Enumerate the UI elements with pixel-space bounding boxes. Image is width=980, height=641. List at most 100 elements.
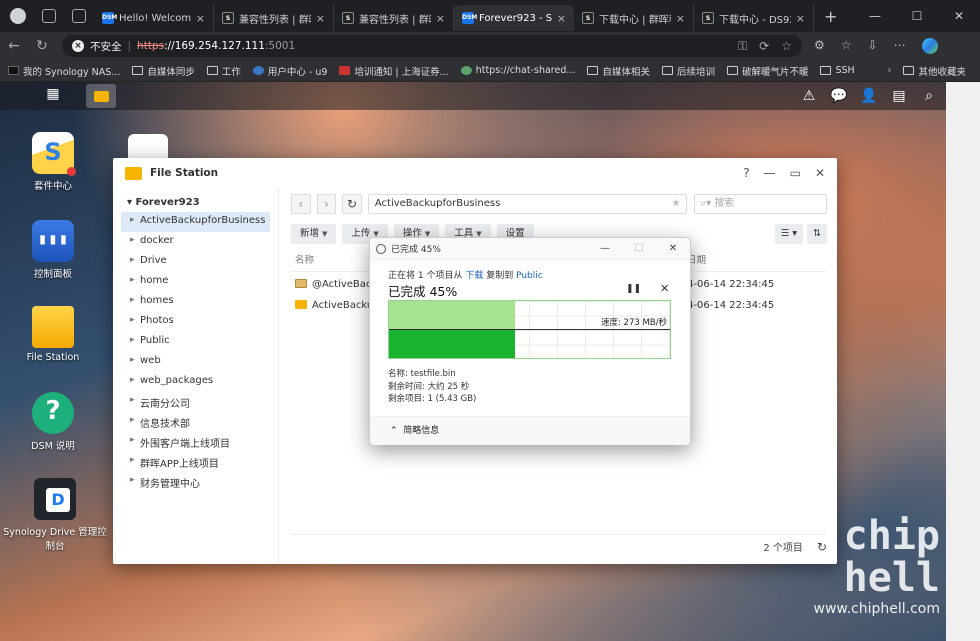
bookmark[interactable]: 工作 (206, 64, 241, 78)
bookmark-other-folder[interactable]: 其他收藏夹 (903, 64, 966, 78)
favorite-star-icon[interactable]: ☆ (781, 39, 792, 54)
browser-tab[interactable]: S兼容性列表 | 群晖科技× (214, 5, 334, 31)
speed-label: 速度: 273 MB/秒 (600, 318, 667, 328)
path-field[interactable]: ActiveBackupforBusiness ★ (367, 194, 688, 214)
more-menu-icon[interactable]: ⋯ (894, 38, 906, 54)
window-title-bar[interactable]: File Station ? — ▭ ✕ (113, 158, 837, 188)
pause-icon[interactable]: ❚❚ (626, 284, 641, 294)
back-button[interactable]: ‹ (291, 194, 311, 214)
new-tab-icon[interactable]: + (824, 7, 837, 26)
tree-item[interactable]: 群晖APP上线项目 (113, 452, 278, 472)
favorites-icon[interactable]: ☆ (841, 38, 852, 54)
bookmark[interactable]: 破解暖气片不暖 (726, 64, 808, 78)
sort-icon[interactable]: ⇅ (807, 224, 827, 244)
chat-icon[interactable]: 💬 (828, 88, 850, 104)
tree-item[interactable]: 财务管理中心 (113, 472, 278, 492)
desktop-icon-control-panel[interactable]: 控制面板 (3, 220, 103, 280)
taskbar-file-station-button[interactable] (86, 84, 116, 108)
refresh-icon[interactable]: ↻ (817, 540, 827, 554)
minimize-icon[interactable]: — (588, 243, 622, 254)
maximize-icon[interactable]: ▭ (790, 166, 801, 180)
back-icon[interactable]: ← (0, 38, 28, 54)
address-bar[interactable]: × 不安全 | https://169.254.127.111:5001 ⚿ ⟳… (62, 35, 802, 57)
downloads-icon[interactable]: ⇩ (868, 38, 878, 54)
tree-item[interactable]: home (113, 272, 278, 292)
close-icon[interactable]: ✕ (815, 166, 825, 180)
tree-item[interactable]: homes (113, 292, 278, 312)
dialog-window-buttons: — ☐ ✕ (588, 243, 690, 254)
notification-icon[interactable]: ⚠ (798, 88, 820, 104)
source-link[interactable]: 下载 (465, 271, 483, 281)
tree-item-selected[interactable]: ActiveBackupforBusiness (121, 212, 270, 232)
extensions-icon[interactable]: ⚙ (814, 38, 825, 54)
browser-tab[interactable]: S下载中心 - DS923+ |× (694, 5, 814, 31)
bookmark[interactable]: 培训通知 | 上海证券... (339, 64, 449, 78)
tree-item[interactable]: web (113, 352, 278, 372)
close-tab-icon[interactable]: × (796, 12, 805, 25)
minimize-icon[interactable]: — (764, 166, 776, 180)
browser-scrollbar[interactable] (946, 82, 980, 641)
close-tab-icon[interactable]: × (316, 12, 325, 25)
cancel-icon[interactable]: ✕ (660, 282, 669, 295)
tree-item[interactable]: 云南分公司 (113, 392, 278, 412)
bookmark[interactable]: SSH (820, 65, 855, 76)
workspaces-icon[interactable] (42, 9, 56, 23)
desktop-icon-dsm-help[interactable]: DSM 说明 (3, 392, 103, 452)
minimize-icon[interactable]: — (854, 0, 896, 32)
favorite-star-icon[interactable]: ★ (672, 195, 681, 213)
destination-link[interactable]: Public (516, 271, 543, 281)
maximize-icon[interactable]: ☐ (896, 0, 938, 32)
chevron-right-icon[interactable]: › (888, 65, 892, 76)
key-icon[interactable]: ⚿ (738, 39, 747, 54)
help-icon[interactable]: ? (743, 166, 749, 180)
less-info-button[interactable]: ⌃ 简略信息 (370, 416, 690, 445)
copilot-icon[interactable] (921, 38, 938, 54)
tree-item[interactable]: 外围客户端上线项目 (113, 432, 278, 452)
watermark-text: www.chiphell.com (813, 601, 940, 617)
desktop-icon-file-station[interactable]: File Station (3, 306, 103, 363)
tree-item[interactable]: web_packages (113, 372, 278, 392)
list-view-icon[interactable]: ☰ ▾ (774, 224, 804, 244)
close-tab-icon[interactable]: × (436, 12, 445, 25)
reload-icon[interactable]: ↻ (28, 38, 56, 54)
tab-actions-icon[interactable] (72, 9, 86, 23)
copy-description: 正在将 1 个项目从 下载 复制到 Public (388, 271, 543, 281)
tree-item[interactable]: docker (113, 232, 278, 252)
tree-item[interactable]: Public (113, 332, 278, 352)
bookmark[interactable]: 自媒体相关 (587, 64, 650, 78)
browser-tab-active[interactable]: DSMForever923 - Synolo× (454, 5, 574, 31)
bookmark[interactable]: 后续培训 (661, 64, 715, 78)
refresh-button[interactable]: ↻ (342, 194, 362, 214)
translate-icon[interactable]: ⟳ (759, 39, 769, 54)
tree-item[interactable]: Photos (113, 312, 278, 332)
bookmark[interactable]: 自媒体同步 (132, 64, 195, 78)
close-icon[interactable]: ✕ (656, 243, 690, 254)
forward-button[interactable]: › (316, 194, 337, 214)
new-button[interactable]: 新增 ▼ (291, 224, 337, 244)
bookmark[interactable]: 我的 Synology NAS... (8, 64, 120, 78)
browser-tab[interactable]: S兼容性列表 | 群晖科技× (334, 5, 454, 31)
dsm-taskbar: ▦ ⚠ 💬 👤 ▤ ⌕ (0, 82, 946, 110)
tree-item[interactable]: Drive (113, 252, 278, 272)
desktop-icon-package-center[interactable]: 套件中心 (3, 132, 103, 192)
profile-avatar[interactable] (10, 8, 26, 24)
main-menu-icon[interactable]: ▦ (38, 86, 68, 108)
tree-item[interactable]: 信息技术部 (113, 412, 278, 432)
close-window-icon[interactable]: ✕ (938, 0, 980, 32)
caret-down-icon: ▼ (322, 230, 328, 238)
close-tab-icon[interactable]: × (557, 12, 566, 25)
tree-root[interactable]: ▾ Forever923 (113, 193, 278, 212)
desktop-icon-drive-admin[interactable]: Synology Drive 管理控制台 (3, 478, 107, 552)
user-icon[interactable]: 👤 (858, 88, 880, 104)
search-input[interactable]: ⌕▾ 搜索 (693, 194, 827, 214)
browser-tab[interactable]: DSMHello! Welcome to Sy× (94, 5, 214, 31)
bookmark[interactable]: 用户中心 - u9 (252, 64, 327, 78)
dialog-title: 已完成 45% (391, 245, 441, 255)
search-icon[interactable]: ⌕ (918, 88, 940, 104)
browser-tab[interactable]: S下载中心 | 群晖科技× (574, 5, 694, 31)
bookmark[interactable]: https://chat-shared... (460, 65, 575, 76)
close-tab-icon[interactable]: × (676, 12, 685, 25)
close-tab-icon[interactable]: × (196, 12, 205, 25)
widgets-icon[interactable]: ▤ (888, 88, 910, 104)
dialog-title-bar[interactable]: 已完成 45% — ☐ ✕ (370, 238, 690, 260)
